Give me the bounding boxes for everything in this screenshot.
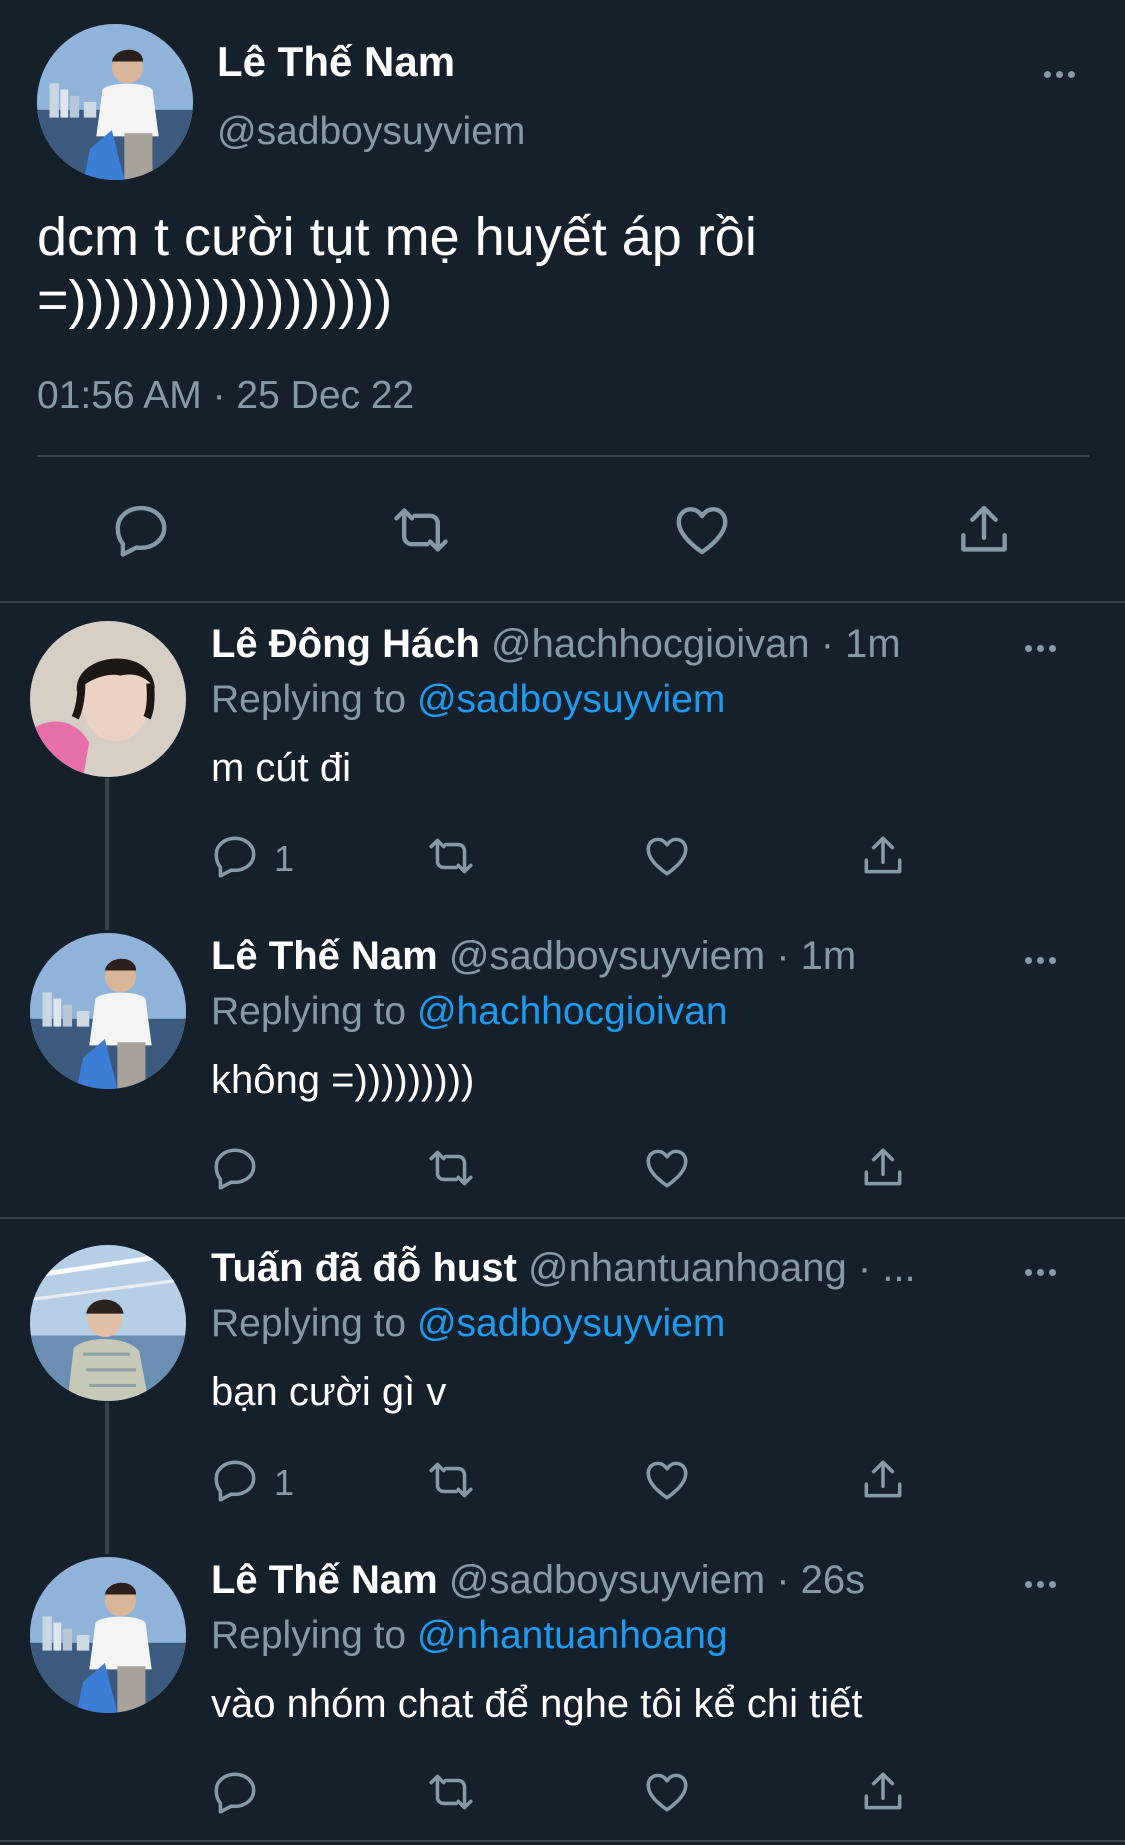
reply-text: bạn cười gì v: [211, 1370, 447, 1414]
more-options-icon[interactable]: [1044, 71, 1075, 78]
avatar[interactable]: [30, 1245, 186, 1401]
thread-line: [105, 778, 109, 930]
replying-label: Replying to: [211, 990, 407, 1033]
share-icon[interactable]: [858, 1455, 908, 1505]
replying-to: Replying to @sadboysuyviem: [211, 1302, 725, 1346]
like-icon[interactable]: [642, 1767, 692, 1817]
reply-header: Lê Thế Nam @sadboysuyviem · 26s: [211, 1558, 865, 1603]
tweet-text: dcm t cười tụt mẹ huyết áp rồi =))))))))…: [37, 206, 757, 332]
share-icon[interactable]: [858, 1767, 908, 1817]
like-icon[interactable]: [671, 499, 733, 561]
reply-icon[interactable]: [210, 831, 260, 881]
reply-header: Lê Thế Nam @sadboysuyviem · 1m: [211, 934, 856, 979]
avatar[interactable]: [30, 1557, 186, 1713]
tweet-text-line: =)))))))))))))))))): [37, 270, 393, 330]
share-icon[interactable]: [858, 1143, 908, 1193]
replying-label: Replying to: [211, 678, 407, 721]
mention-link[interactable]: @sadboysuyviem: [417, 1302, 725, 1345]
retweet-icon[interactable]: [426, 1143, 476, 1193]
reply-icon[interactable]: [210, 1767, 260, 1817]
avatar[interactable]: [37, 24, 193, 180]
retweet-icon[interactable]: [426, 1767, 476, 1817]
author-handle[interactable]: @sadboysuyviem: [217, 110, 525, 154]
mention-link[interactable]: @hachhocgioivan: [417, 990, 728, 1033]
mention-link[interactable]: @sadboysuyviem: [417, 678, 725, 721]
tweet-timestamp: 01:56 AM · 25 Dec 22: [37, 374, 415, 417]
reply-icon[interactable]: [110, 499, 172, 561]
avatar[interactable]: [30, 933, 186, 1089]
reply-text: m cút đi: [211, 746, 352, 790]
author-handle[interactable]: @nhantuanhoang · ...: [528, 1246, 916, 1290]
like-icon[interactable]: [642, 1143, 692, 1193]
more-options-icon[interactable]: [1025, 645, 1056, 652]
divider: [37, 455, 1089, 457]
divider: [0, 1840, 1125, 1842]
author-handle[interactable]: @sadboysuyviem · 26s: [449, 1558, 865, 1602]
author-name[interactable]: Lê Thế Nam: [211, 934, 438, 978]
replying-to: Replying to @sadboysuyviem: [211, 678, 725, 722]
reply-icon[interactable]: [210, 1455, 260, 1505]
divider: [0, 1217, 1125, 1219]
replying-to: Replying to @hachhocgioivan: [211, 990, 728, 1034]
retweet-icon[interactable]: [426, 1455, 476, 1505]
share-icon[interactable]: [858, 831, 908, 881]
author-handle[interactable]: @sadboysuyviem · 1m: [449, 934, 856, 978]
divider: [0, 601, 1125, 603]
replying-label: Replying to: [211, 1614, 407, 1657]
author-name[interactable]: Lê Đông Hách: [211, 622, 480, 666]
more-options-icon[interactable]: [1025, 1269, 1056, 1276]
reply-icon[interactable]: [210, 1143, 260, 1193]
tweet-text-line: dcm t cười tụt mẹ huyết áp rồi: [37, 207, 757, 267]
author-name[interactable]: Lê Thế Nam: [211, 1558, 438, 1602]
replying-label: Replying to: [211, 1302, 407, 1345]
like-icon[interactable]: [642, 831, 692, 881]
reply-count: 1: [274, 1462, 295, 1503]
reply-header: Lê Đông Hách @hachhocgioivan · 1m: [211, 622, 901, 667]
retweet-icon[interactable]: [426, 831, 476, 881]
more-options-icon[interactable]: [1025, 957, 1056, 964]
replying-to: Replying to @nhantuanhoang: [211, 1614, 728, 1658]
retweet-icon[interactable]: [390, 499, 452, 561]
reply-count: 1: [274, 838, 295, 879]
reply-header: Tuấn đã đỗ hust @nhantuanhoang · ...: [211, 1246, 916, 1291]
reply-text: vào nhóm chat để nghe tôi kể chi tiết: [211, 1682, 863, 1726]
author-name[interactable]: Tuấn đã đỗ hust: [211, 1246, 517, 1290]
more-options-icon[interactable]: [1025, 1581, 1056, 1588]
avatar[interactable]: [30, 621, 186, 777]
reply-text: không =))))))))): [211, 1058, 475, 1102]
thread-line: [105, 1402, 109, 1554]
mention-link[interactable]: @nhantuanhoang: [417, 1614, 728, 1657]
share-icon[interactable]: [953, 499, 1015, 561]
like-icon[interactable]: [642, 1455, 692, 1505]
author-name[interactable]: Lê Thế Nam: [217, 38, 455, 86]
author-handle[interactable]: @hachhocgioivan · 1m: [491, 622, 901, 666]
